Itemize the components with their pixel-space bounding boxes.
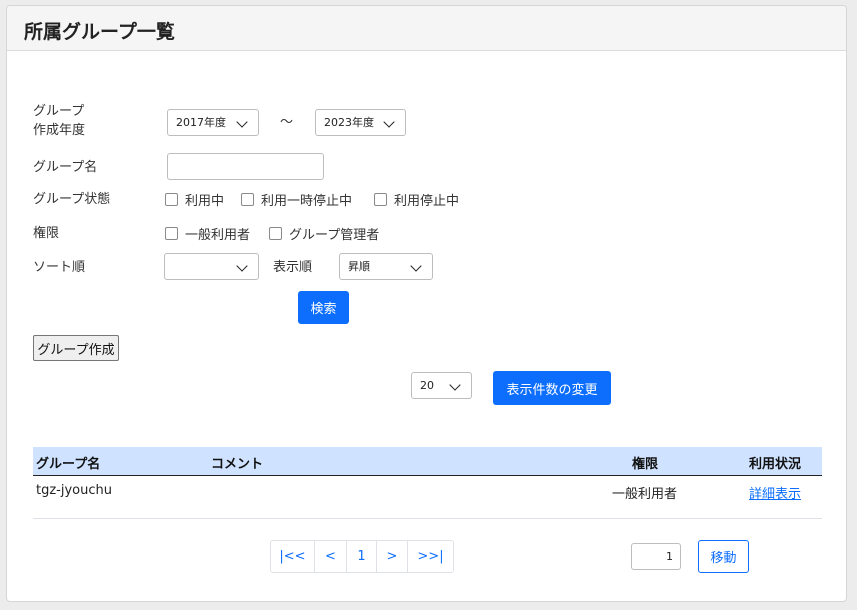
page-title: 所属グループ一覧 xyxy=(24,21,175,43)
group-name-input[interactable] xyxy=(167,153,324,180)
year-to-value: 2023年度 xyxy=(324,116,374,129)
table-header: グループ名 コメント 権限 利用状況 xyxy=(33,447,822,476)
status-checkbox-active[interactable]: 利用中 xyxy=(165,190,224,209)
status-checkbox-suspended[interactable]: 利用一時停止中 xyxy=(241,190,352,209)
status-checkbox-stopped[interactable]: 利用停止中 xyxy=(374,190,459,209)
chevron-down-icon xyxy=(410,260,422,272)
checkbox-icon[interactable] xyxy=(165,227,178,240)
cell-group-name: tgz-jyouchu xyxy=(36,483,112,498)
chevron-down-icon xyxy=(449,379,461,391)
range-tilde: 〜 xyxy=(280,115,294,130)
col-header-usage: 利用状況 xyxy=(749,457,802,472)
page-size-value: 20 xyxy=(420,379,434,392)
year-to-select[interactable]: 2023年度 xyxy=(315,109,406,136)
goto-page-button[interactable]: 移動 xyxy=(698,540,749,573)
year-from-value: 2017年度 xyxy=(176,116,226,129)
year-label: グループ 作成年度 xyxy=(33,102,85,140)
col-header-group-name: グループ名 xyxy=(36,457,101,472)
chevron-down-icon xyxy=(236,116,248,128)
cell-role: 一般利用者 xyxy=(612,487,678,502)
group-name-label: グループ名 xyxy=(33,160,98,175)
change-page-size-button[interactable]: 表示件数の変更 xyxy=(493,371,611,405)
status-option-label: 利用停止中 xyxy=(394,194,460,209)
row-divider xyxy=(33,518,822,519)
search-button[interactable]: 検索 xyxy=(298,291,349,324)
chevron-down-icon xyxy=(236,260,248,272)
checkbox-icon[interactable] xyxy=(269,227,282,240)
page-prev[interactable]: < xyxy=(315,541,347,572)
page-next[interactable]: > xyxy=(377,541,408,572)
chevron-down-icon xyxy=(383,116,395,128)
year-from-select[interactable]: 2017年度 xyxy=(167,109,259,136)
pagination: |<< < 1 > >>| xyxy=(270,540,454,573)
create-group-button[interactable]: グループ作成 xyxy=(33,335,119,361)
col-header-role: 権限 xyxy=(632,457,659,472)
role-label: 権限 xyxy=(33,226,60,241)
checkbox-icon[interactable] xyxy=(374,193,387,206)
goto-page-input[interactable]: 1 xyxy=(631,543,681,570)
checkbox-icon[interactable] xyxy=(241,193,254,206)
sort-select[interactable] xyxy=(164,253,259,280)
role-checkbox-general[interactable]: 一般利用者 xyxy=(165,224,250,243)
page-last[interactable]: >>| xyxy=(408,541,453,572)
role-option-label: 一般利用者 xyxy=(185,228,251,243)
year-label-line1: グループ xyxy=(33,104,85,119)
role-option-label: グループ管理者 xyxy=(289,228,380,243)
main-card: 所属グループ一覧 グループ 作成年度 2017年度 〜 2023年度 グループ名… xyxy=(6,5,847,602)
role-checkbox-admin[interactable]: グループ管理者 xyxy=(269,224,379,243)
order-value: 昇順 xyxy=(348,260,370,273)
page-current[interactable]: 1 xyxy=(347,541,377,572)
col-header-comment: コメント xyxy=(211,457,264,472)
status-option-label: 利用中 xyxy=(185,194,225,209)
page-first[interactable]: |<< xyxy=(271,541,315,572)
order-label: 表示順 xyxy=(273,260,313,275)
card-header: 所属グループ一覧 xyxy=(7,6,846,51)
page-size-select[interactable]: 20 xyxy=(411,372,472,399)
sort-label: ソート順 xyxy=(33,260,86,275)
order-select[interactable]: 昇順 xyxy=(339,253,433,280)
detail-link[interactable]: 詳細表示 xyxy=(749,483,801,502)
year-label-line2: 作成年度 xyxy=(33,123,86,138)
status-label: グループ状態 xyxy=(33,192,111,207)
checkbox-icon[interactable] xyxy=(165,193,178,206)
status-option-label: 利用一時停止中 xyxy=(261,194,353,209)
